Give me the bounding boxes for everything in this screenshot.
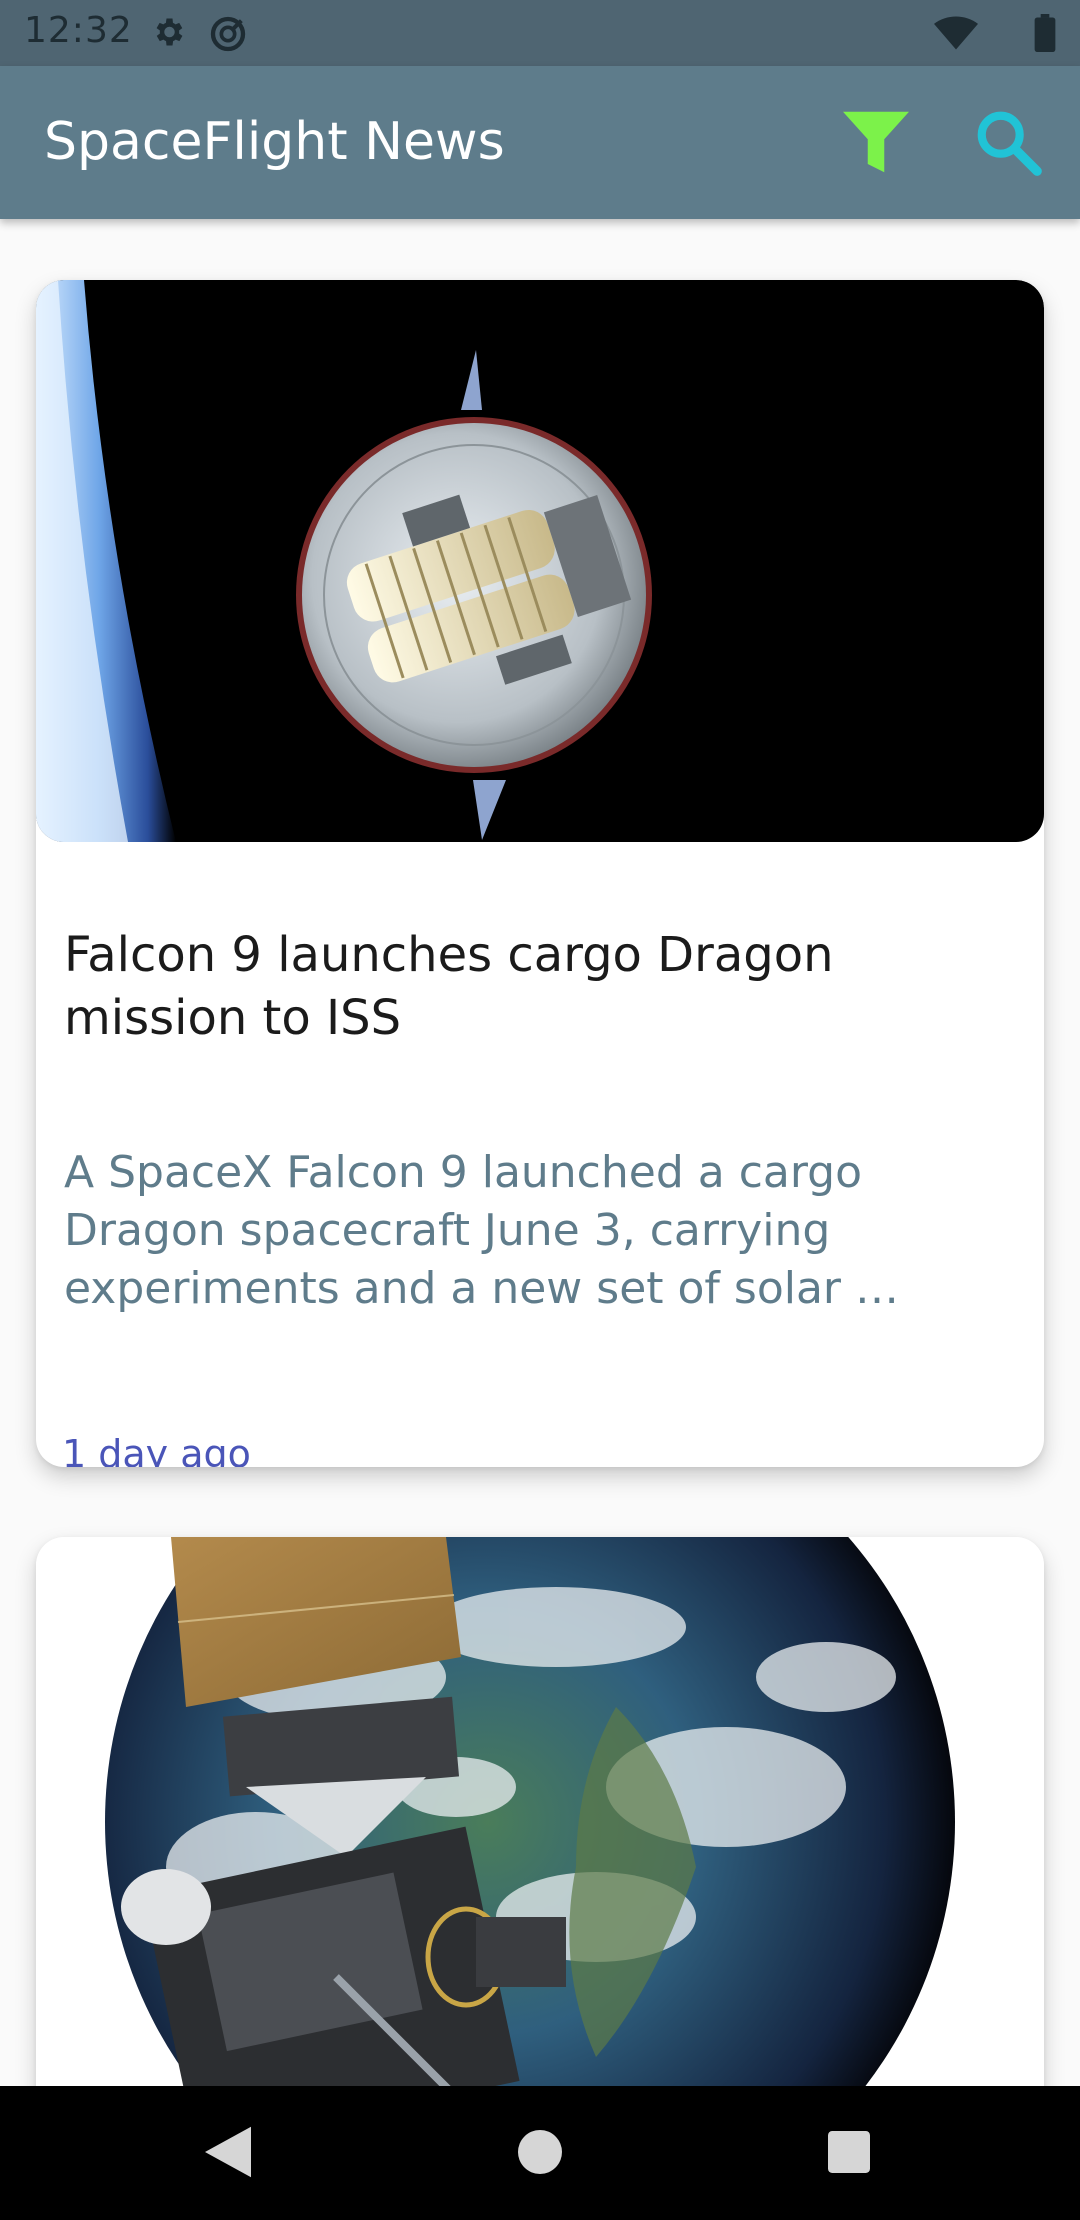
- home-button[interactable]: [508, 2122, 572, 2186]
- article-card[interactable]: [36, 1537, 1044, 2086]
- navigation-bar: [0, 2086, 1080, 2220]
- status-time: 12:32: [24, 10, 133, 51]
- article-time: 1 day ago: [62, 1432, 251, 1467]
- article-summary: A SpaceX Falcon 9 launched a cargo Drago…: [64, 1147, 900, 1314]
- wifi-icon: [934, 16, 978, 54]
- back-icon: [205, 2126, 251, 2182]
- article-image: [36, 280, 1044, 842]
- filter-icon: [843, 111, 909, 177]
- recents-button[interactable]: [817, 2122, 881, 2186]
- search-icon: [973, 107, 1043, 181]
- home-icon: [518, 2130, 562, 2178]
- status-bar: 12:32: [0, 0, 1080, 66]
- battery-icon: [1034, 14, 1056, 56]
- article-card[interactable]: Falcon 9 launches cargo Dragon mission t…: [36, 280, 1044, 1467]
- article-feed[interactable]: Falcon 9 launches cargo Dragon mission t…: [0, 219, 1080, 2086]
- article-title[interactable]: Falcon 9 launches cargo Dragon mission t…: [64, 924, 964, 1050]
- app-bar: SpaceFlight News: [0, 66, 1080, 219]
- filter-button[interactable]: [838, 106, 914, 182]
- back-button[interactable]: [196, 2122, 260, 2186]
- do-not-disturb-icon: [208, 14, 248, 58]
- search-button[interactable]: [970, 106, 1046, 182]
- recents-icon: [828, 2131, 870, 2177]
- article-image: [36, 1537, 1044, 2086]
- app-title: SpaceFlight News: [44, 112, 505, 172]
- settings-icon: [150, 14, 186, 54]
